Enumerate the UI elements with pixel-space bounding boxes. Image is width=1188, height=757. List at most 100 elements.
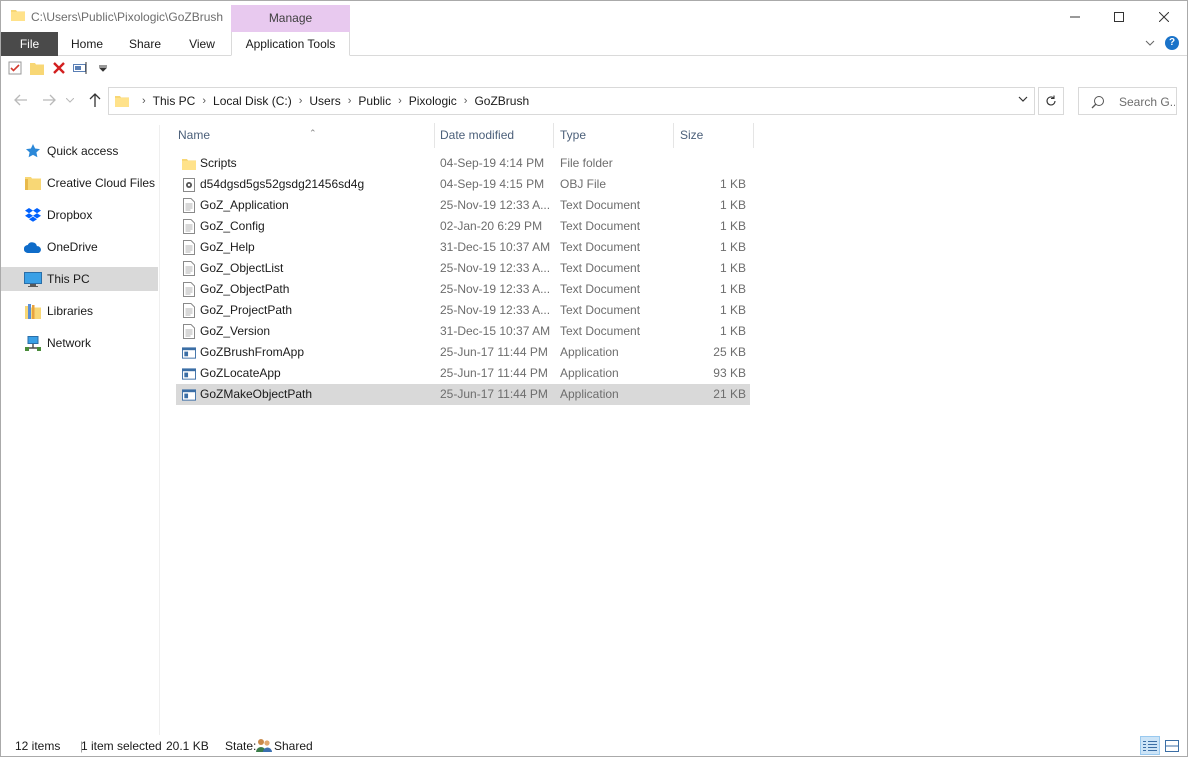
sidebar-item-label: Network: [47, 336, 92, 350]
large-icons-view-icon: [1165, 739, 1179, 752]
column-header-type[interactable]: Type: [553, 123, 674, 148]
tab-home[interactable]: Home: [61, 32, 113, 56]
tab-view[interactable]: View: [179, 32, 225, 56]
chevron-right-icon[interactable]: ›: [391, 95, 409, 107]
file-name: GoZ_Config: [200, 219, 265, 233]
dropbox-icon: [24, 207, 42, 223]
network-icon: [24, 335, 42, 351]
item-count: 12 items: [15, 739, 61, 753]
rename-icon[interactable]: [73, 60, 89, 76]
breadcrumb-local-disk[interactable]: Local Disk (C:): [213, 94, 292, 108]
file-date: 25-Nov-19 12:33 A...: [440, 261, 550, 275]
table-row[interactable]: GoZ_Help 31-Dec-15 10:37 AM Text Document 1…: [176, 237, 750, 258]
table-row[interactable]: GoZ_ProjectPath 25-Nov-19 12:33 A... Text …: [176, 300, 750, 321]
table-row[interactable]: Scripts 04-Sep-19 4:14 PM File folder: [176, 153, 750, 174]
search-input[interactable]: Search G...: [1119, 95, 1175, 109]
file-name: GoZ_Application: [200, 198, 289, 212]
selection-size: 20.1 KB: [166, 739, 209, 753]
tab-file[interactable]: File: [1, 32, 58, 56]
file-size: 21 KB: [713, 387, 746, 401]
chevron-right-icon[interactable]: ›: [341, 95, 359, 107]
file-type: Text Document: [560, 240, 641, 254]
file-date: 25-Jun-17 11:44 PM: [440, 345, 548, 359]
maximize-button[interactable]: [1096, 1, 1142, 32]
cloud-folder-icon: [24, 175, 42, 191]
sidebar-item-dropbox[interactable]: Dropbox: [1, 203, 158, 227]
file-date: 25-Nov-19 12:33 A...: [440, 303, 550, 317]
file-date: 25-Jun-17 11:44 PM: [440, 387, 548, 401]
chevron-right-icon[interactable]: ›: [292, 95, 310, 107]
chevron-right-icon[interactable]: ›: [135, 95, 153, 107]
file-type: Text Document: [560, 219, 641, 233]
minimize-button[interactable]: [1052, 1, 1098, 32]
recent-locations-button[interactable]: [63, 90, 77, 110]
file-type: Text Document: [560, 198, 641, 212]
forward-button[interactable]: [39, 90, 59, 110]
address-bar[interactable]: › This PC › Local Disk (C:) › Users › Pu…: [108, 87, 1035, 115]
file-date: 25-Nov-19 12:33 A...: [440, 282, 550, 296]
sidebar-item-creative-cloud[interactable]: Creative Cloud Files: [1, 171, 158, 195]
table-row[interactable]: GoZ_ObjectPath 25-Nov-19 12:33 A... Text D…: [176, 279, 750, 300]
sidebar-item-this-pc[interactable]: This PC: [1, 267, 158, 291]
sidebar-item-quick-access[interactable]: Quick access: [1, 139, 158, 163]
up-arrow-icon: [89, 93, 101, 107]
breadcrumb-gozbrush[interactable]: GoZBrush: [474, 94, 529, 108]
details-view-button[interactable]: [1140, 736, 1160, 755]
text-file-icon: [182, 303, 196, 318]
file-date: 25-Jun-17 11:44 PM: [440, 366, 548, 380]
folder-icon: [115, 96, 129, 107]
column-header-name[interactable]: Name ⌃: [171, 123, 435, 148]
delete-icon[interactable]: [51, 60, 67, 76]
file-name: d54dgsd5gs52gsdg21456sd4g: [200, 177, 365, 191]
new-folder-icon[interactable]: [29, 60, 45, 76]
back-button[interactable]: [11, 90, 31, 110]
up-button[interactable]: [85, 90, 105, 110]
large-icons-view-button[interactable]: [1162, 736, 1182, 755]
breadcrumb-this-pc[interactable]: This PC: [153, 94, 196, 108]
expand-ribbon-icon[interactable]: [1145, 40, 1155, 46]
address-row: › This PC › Local Disk (C:) › Users › Pu…: [1, 84, 1187, 118]
address-dropdown-icon[interactable]: [1018, 96, 1028, 102]
file-date: 25-Nov-19 12:33 A...: [440, 198, 550, 212]
table-row[interactable]: GoZMakeObjectPath 25-Jun-17 11:44 PM Appli…: [176, 384, 750, 405]
table-row[interactable]: GoZLocateApp 25-Jun-17 11:44 PM Applicatio…: [176, 363, 750, 384]
refresh-icon: [1046, 95, 1056, 106]
file-list: Name ⌃ Date modified Type Size Scripts 04…: [161, 119, 1187, 735]
file-name: GoZ_Help: [200, 240, 255, 254]
maximize-icon: [1114, 11, 1124, 22]
file-size: 1 KB: [719, 261, 746, 275]
refresh-button[interactable]: [1038, 87, 1064, 115]
search-box[interactable]: Search G...: [1078, 87, 1177, 115]
file-type: Application: [560, 366, 619, 380]
properties-icon[interactable]: [7, 60, 23, 76]
sidebar-item-libraries[interactable]: Libraries: [1, 299, 158, 323]
column-header-size[interactable]: Size: [673, 123, 754, 148]
close-button[interactable]: [1141, 1, 1187, 32]
file-name: GoZ_ObjectList: [200, 261, 284, 275]
file-date: 04-Sep-19 4:14 PM: [440, 156, 545, 170]
navigation-pane: Quick access Creative Cloud Files Dropbo…: [1, 125, 160, 735]
text-file-icon: [182, 282, 196, 297]
tab-share[interactable]: Share: [121, 32, 169, 56]
file-date: 02-Jan-20 6:29 PM: [440, 219, 543, 233]
file-type: Text Document: [560, 303, 641, 317]
customize-toolbar-icon[interactable]: [95, 60, 111, 76]
column-header-date[interactable]: Date modified: [433, 123, 554, 148]
chevron-right-icon[interactable]: ›: [195, 95, 213, 107]
sidebar-item-label: This PC: [47, 272, 90, 286]
sidebar-item-network[interactable]: Network: [1, 331, 158, 355]
table-row[interactable]: GoZBrushFromApp 25-Jun-17 11:44 PM Applica…: [176, 342, 750, 363]
chevron-right-icon[interactable]: ›: [457, 95, 475, 107]
table-row[interactable]: d54dgsd5gs52gsdg21456sd4g 04-Sep-19 4:15 …: [176, 174, 750, 195]
table-row[interactable]: GoZ_Config 02-Jan-20 6:29 PM Text Document…: [176, 216, 750, 237]
table-row[interactable]: GoZ_Version 31-Dec-15 10:37 AM Text Docume…: [176, 321, 750, 342]
help-icon[interactable]: ?: [1165, 36, 1179, 50]
breadcrumb-public[interactable]: Public: [358, 94, 391, 108]
sidebar-item-onedrive[interactable]: OneDrive: [1, 235, 158, 259]
table-row[interactable]: GoZ_ObjectList 25-Nov-19 12:33 A... Text D…: [176, 258, 750, 279]
tab-application-tools[interactable]: Application Tools: [231, 32, 350, 56]
breadcrumb-users[interactable]: Users: [309, 94, 340, 108]
file-size: 1 KB: [719, 324, 746, 338]
table-row[interactable]: GoZ_Application 25-Nov-19 12:33 A... Text …: [176, 195, 750, 216]
breadcrumb-pixologic[interactable]: Pixologic: [409, 94, 457, 108]
